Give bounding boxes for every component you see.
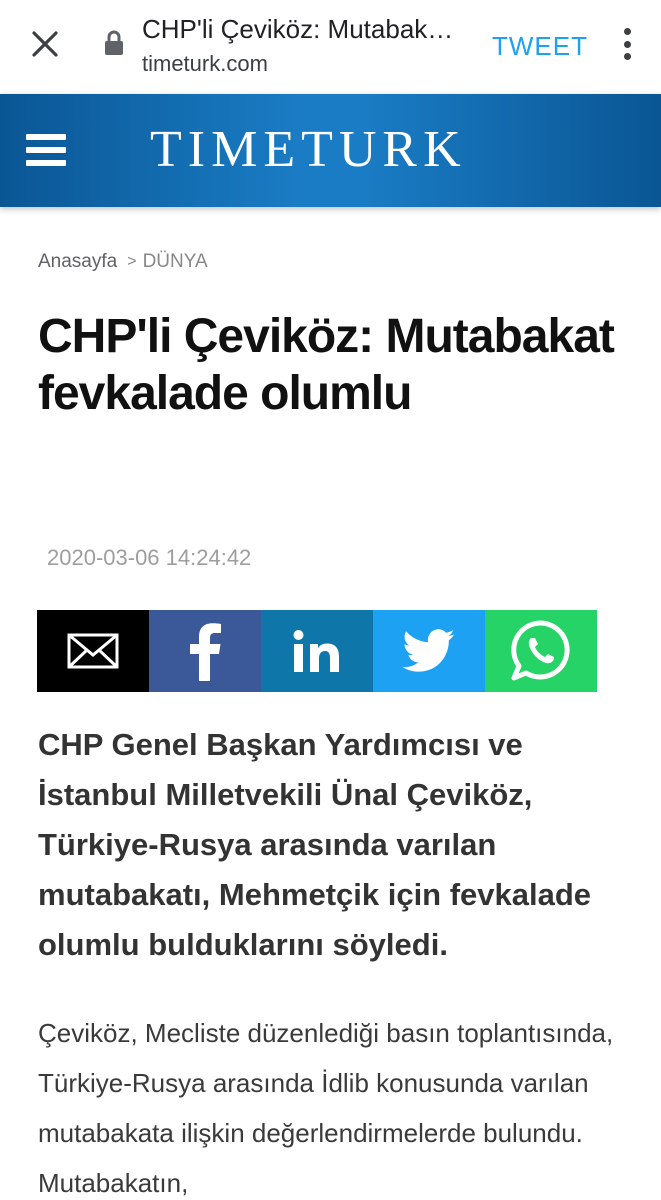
page-title: CHP'li Çeviköz: Mutabakat fevkalade olum… [142,14,462,44]
breadcrumb-separator: > [127,253,137,270]
share-twitter-button[interactable] [373,610,485,692]
close-button[interactable] [25,24,65,64]
breadcrumb-home[interactable]: Anasayfa [38,251,117,273]
breadcrumb: Anasayfa > DÜNYA [38,251,208,273]
share-linkedin-button[interactable] [261,610,373,692]
article-body: Çeviköz, Mecliste düzenlediği basın topl… [38,1018,614,1198]
share-whatsapp-button[interactable] [485,610,597,692]
menu-icon[interactable] [26,134,66,166]
site-logo[interactable]: TIMETURK [150,120,467,179]
more-dot-icon [623,53,631,60]
linkedin-icon [293,630,339,672]
more-dot-icon [623,28,631,35]
breadcrumb-section[interactable]: DÜNYA [143,251,208,273]
article-date: 2020-03-06 14:24:42 [47,545,252,570]
tweet-button[interactable]: TWEET [492,31,588,62]
whatsapp-icon [511,620,570,681]
twitter-icon [402,629,455,672]
page-domain: timeturk.com [142,51,268,76]
article-lead: CHP Genel Başkan Yardımcısı ve İstanbul … [38,727,592,962]
site-header: TIMETURK [0,94,661,207]
share-buttons [37,610,597,692]
close-icon [32,31,58,57]
facebook-icon [190,623,221,681]
lock-icon [105,30,123,55]
more-options-button[interactable] [612,24,642,64]
share-facebook-button[interactable] [149,610,261,692]
browser-toolbar: CHP'li Çeviköz: Mutabakat fevkalade olum… [0,0,661,94]
email-icon [67,633,119,669]
share-email-button[interactable] [37,610,149,692]
article-headline: CHP'li Çeviköz: Mutabakat fevkalade olum… [38,310,615,420]
more-dot-icon [623,40,631,48]
